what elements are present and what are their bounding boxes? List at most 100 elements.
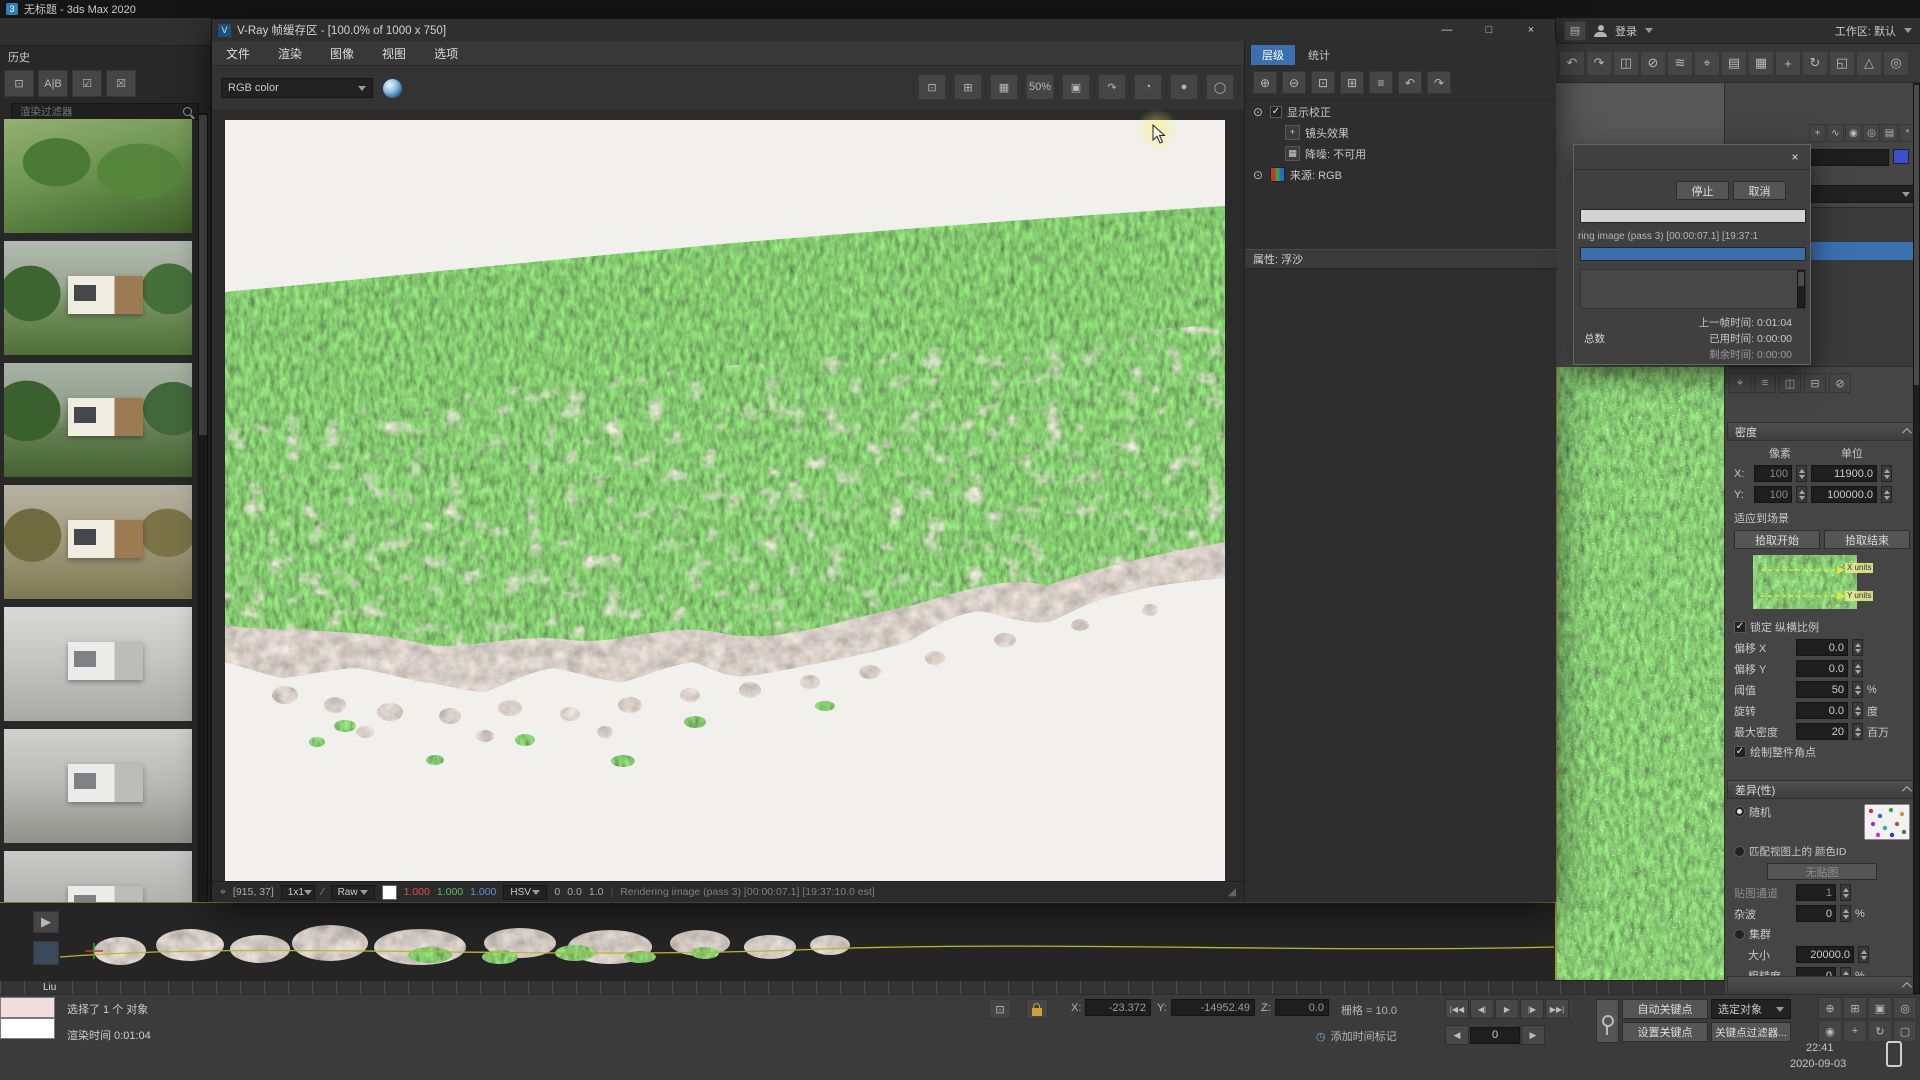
dialog-titlebar[interactable]: × — [1574, 145, 1810, 170]
coord-y-field[interactable]: -14952.49 — [1171, 999, 1255, 1016]
frame-prev-icon[interactable]: ◀ — [1445, 1025, 1469, 1045]
maximize-viewport-icon[interactable]: ▢ — [1893, 1020, 1917, 1042]
menu-view[interactable]: 视图 — [368, 41, 420, 65]
noise-spinner[interactable] — [1840, 905, 1851, 922]
copy-image-icon[interactable]: ⊞ — [954, 74, 982, 100]
select-rotate-icon[interactable]: ↻ — [1802, 51, 1828, 76]
zoom-50-icon[interactable]: 50% — [1026, 74, 1054, 100]
coord-z-field[interactable]: 0.0 — [1275, 999, 1329, 1016]
map-channel-field[interactable]: 1 — [1796, 884, 1836, 901]
layer-list-icon[interactable]: ≡ — [1369, 71, 1393, 94]
zoom-extents-icon[interactable]: ▣ — [1868, 997, 1892, 1019]
pick-end-button[interactable]: 拾取结束 — [1824, 530, 1910, 549]
select-scale-icon[interactable]: ◱ — [1829, 51, 1855, 76]
channel-dropdown[interactable]: RGB color — [221, 78, 373, 98]
close-button[interactable]: × — [1513, 21, 1549, 39]
tab-layers[interactable]: 层级 — [1251, 45, 1295, 65]
visibility-eye-icon[interactable]: ⊙ — [1251, 168, 1265, 182]
tree-row-denoiser[interactable]: ▦ 降噪: 不可用 — [1245, 143, 1556, 164]
go-start-icon[interactable]: |◀◀ — [1445, 999, 1469, 1019]
pin-stack-icon[interactable]: ⌖ — [1729, 373, 1751, 393]
save-image-icon[interactable]: ⊡ — [918, 74, 946, 100]
viewport-play-button[interactable]: ▶ — [33, 911, 59, 933]
history-scrollbar[interactable] — [198, 113, 208, 902]
redo-icon[interactable]: ↷ — [1427, 71, 1451, 94]
select-move-icon[interactable]: + — [1775, 51, 1801, 76]
color-mode-dropdown[interactable]: Raw — [331, 885, 375, 900]
display-correction-checkbox[interactable]: ✓ — [1270, 106, 1282, 118]
stop-button[interactable]: 停止 — [1676, 181, 1729, 200]
density-x-pixels-field[interactable]: 100 — [1754, 465, 1792, 482]
render-view[interactable] — [225, 120, 1225, 883]
fov-icon[interactable]: ◉ — [1818, 1020, 1842, 1042]
rollout-variation[interactable]: 差异(性) — [1727, 780, 1917, 799]
sign-in-label[interactable]: 登录 — [1615, 23, 1637, 39]
density-y-units-field[interactable]: 100000.0 — [1811, 486, 1877, 503]
density-x-units-field[interactable]: 11900.0 — [1811, 465, 1877, 482]
selection-region-icon[interactable]: ▦ — [1748, 51, 1774, 76]
cancel-button[interactable]: 取消 — [1733, 181, 1786, 200]
pixel-grid-icon[interactable]: ▦ — [990, 74, 1018, 100]
history-filter-input[interactable] — [18, 105, 172, 119]
threshold-spinner[interactable] — [1852, 681, 1863, 698]
save-preset-icon[interactable]: ⊡ — [1311, 71, 1335, 94]
visibility-eye-icon[interactable]: ⊙ — [1251, 105, 1265, 119]
remove-modifier-icon[interactable]: ⊟ — [1804, 373, 1826, 393]
zoom-all-icon[interactable]: ⊞ — [1843, 997, 1867, 1019]
display-tab-icon[interactable]: ▤ — [1881, 124, 1898, 142]
command-panel-scrollbar[interactable] — [1913, 83, 1920, 994]
offset-y-field[interactable]: 0.0 — [1796, 660, 1848, 677]
play-icon[interactable]: ▶ — [1495, 999, 1519, 1019]
rotation-spinner[interactable] — [1852, 702, 1863, 719]
set-key-button[interactable]: 设置关键点 — [1622, 1022, 1708, 1042]
pan-icon[interactable]: + — [1843, 1020, 1867, 1042]
workspace-label[interactable]: 工作区: 默认 — [1835, 23, 1896, 39]
undo-icon[interactable]: ↶ — [1398, 71, 1422, 94]
eyedropper-icon[interactable]: ∕ — [322, 886, 324, 898]
menu-options[interactable]: 选项 — [420, 41, 472, 65]
orbit-icon[interactable]: ↻ — [1868, 1020, 1892, 1042]
rollout-density[interactable]: 密度 — [1727, 422, 1917, 441]
key-filters-button[interactable]: 关键点过滤器... — [1711, 1022, 1791, 1042]
tree-row-display-correction[interactable]: ⊙ ✓ 显示校正 — [1245, 101, 1556, 122]
random-radio[interactable] — [1734, 806, 1745, 817]
select-link-icon[interactable]: ◫ — [1613, 51, 1639, 76]
unlink-icon[interactable]: ⊘ — [1640, 51, 1666, 76]
cluster-radio[interactable] — [1734, 929, 1745, 940]
sign-in-caret-icon[interactable] — [1645, 28, 1653, 33]
undo-icon[interactable]: ↶ — [1559, 51, 1585, 76]
draw-corners-checkbox[interactable]: ✓ — [1734, 746, 1746, 758]
create-tab-icon[interactable]: + — [1809, 124, 1826, 142]
minimize-button[interactable]: — — [1429, 21, 1465, 39]
log-scrollbar[interactable] — [1797, 270, 1805, 308]
zoom-extents-all-icon[interactable]: ◎ — [1893, 997, 1917, 1019]
menu-file[interactable]: 文件 — [212, 41, 264, 65]
load-preset-icon[interactable]: ⊞ — [1340, 71, 1364, 94]
render-last-icon[interactable]: ◔ — [1134, 74, 1162, 100]
make-unique-icon[interactable]: ◫ — [1779, 373, 1801, 393]
maxscript-mini-listener-macro[interactable] — [0, 997, 55, 1018]
dialog-close-icon[interactable]: × — [1784, 149, 1806, 165]
add-correction-icon[interactable]: ⊕ — [1253, 71, 1277, 94]
bottom-viewport[interactable]: ▶ — [0, 902, 1555, 980]
history-thumbnail[interactable] — [4, 363, 192, 477]
compare-ab-icon[interactable]: A|B — [38, 70, 68, 97]
color-space-globe-icon[interactable] — [383, 79, 402, 98]
resize-grip-icon[interactable]: ◢ — [1228, 886, 1236, 898]
frame-number-field[interactable]: 0 — [1470, 1027, 1520, 1044]
size-field[interactable]: 20000.0 — [1796, 946, 1854, 963]
max-density-field[interactable]: 20 — [1796, 723, 1848, 740]
pixel-ratio-dropdown[interactable]: 1x1 — [281, 885, 315, 900]
rotation-field[interactable]: 0.0 — [1796, 702, 1848, 719]
select-object-icon[interactable]: ⌖ — [1694, 51, 1720, 76]
save-to-history-icon[interactable]: ⊡ — [4, 70, 34, 97]
maximize-button[interactable]: □ — [1471, 21, 1507, 39]
remove-icon[interactable]: ☒ — [106, 70, 136, 97]
add-time-tag[interactable]: ◷ 添加时间标记 — [1316, 1028, 1397, 1044]
angle-snap-icon[interactable]: ◎ — [1883, 51, 1909, 76]
hierarchy-tab-icon[interactable]: ◉ — [1845, 124, 1862, 142]
history-thumbnail[interactable] — [4, 851, 192, 902]
region-render-icon[interactable]: ◯ — [1206, 74, 1234, 100]
history-thumbnail[interactable] — [4, 485, 192, 599]
isolate-selection-icon[interactable]: ⊡ — [989, 999, 1011, 1019]
